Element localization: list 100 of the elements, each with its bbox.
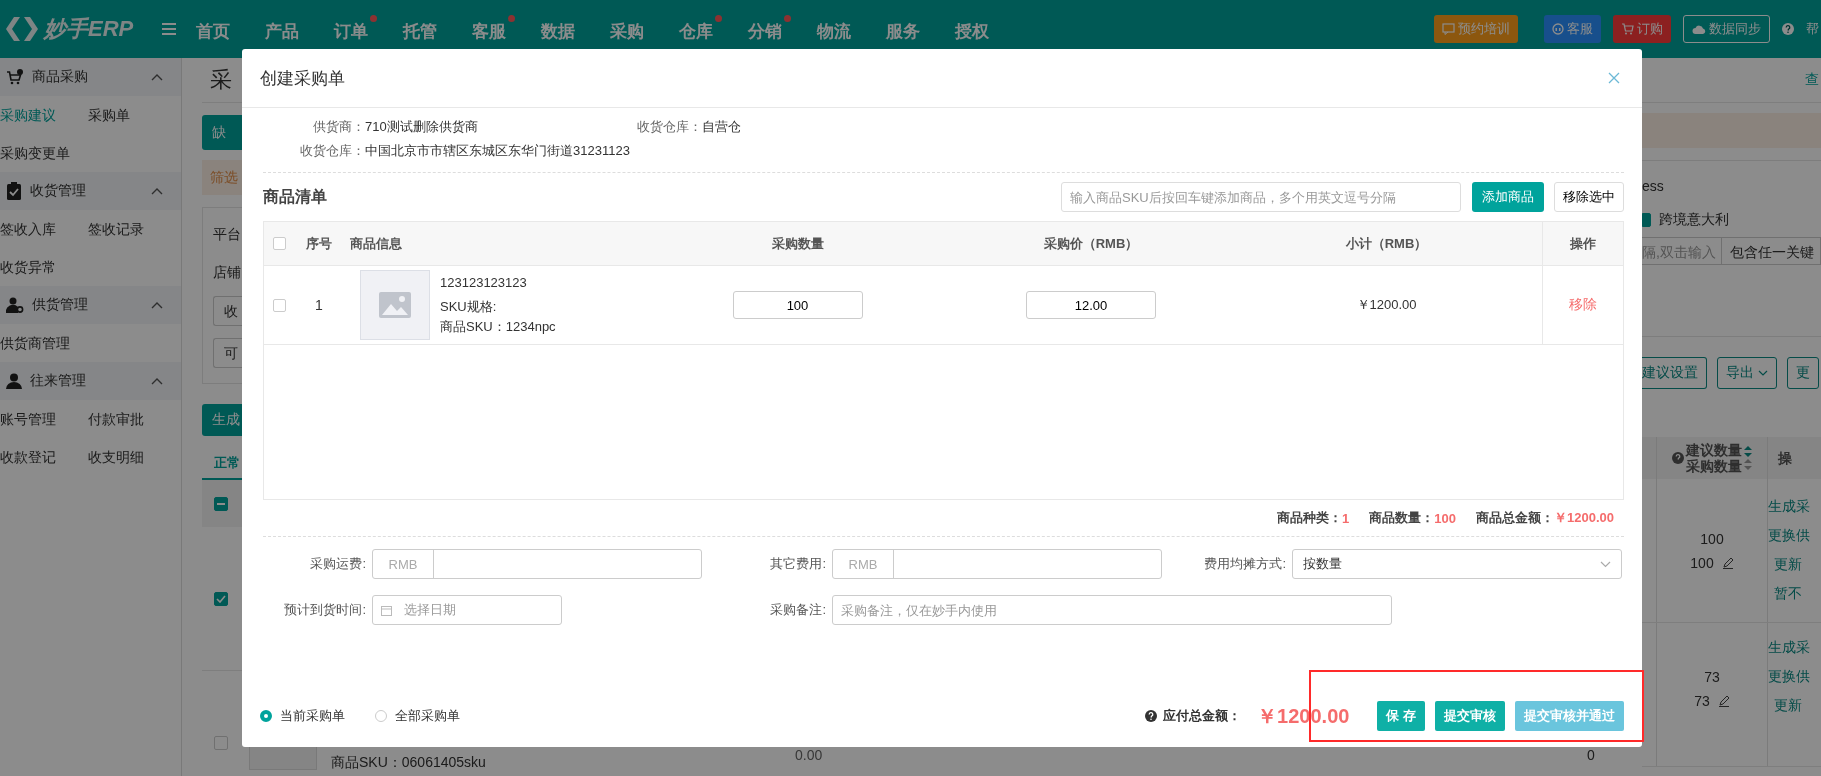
field-label: 采购运费: xyxy=(309,555,366,573)
sidebar-item[interactable]: 签收记录 xyxy=(88,210,182,248)
service-button[interactable]: 客服 xyxy=(1544,15,1601,43)
scope-radio[interactable]: 全部采购单 xyxy=(375,707,460,725)
shortage-button[interactable]: 缺 xyxy=(202,115,242,150)
nav-item[interactable]: 采购 xyxy=(610,15,653,43)
sidebar-group[interactable]: 往来管理 xyxy=(0,362,181,400)
filter-label: 平台 xyxy=(213,225,242,244)
sidebar-item[interactable]: 签收入库 xyxy=(0,210,88,248)
caret-icon xyxy=(1758,370,1768,376)
scope-radio[interactable]: 当前采购单 xyxy=(260,707,345,725)
sidebar-group[interactable]: 商品采购 xyxy=(0,58,181,96)
order-button[interactable]: 订购 xyxy=(1613,15,1671,43)
sidebar-group[interactable]: 收货管理 xyxy=(0,172,181,210)
sku-input-field[interactable]: 输入商品SKU后按回车键添加商品，多个用英文逗号分隔 xyxy=(1061,182,1461,212)
action-link[interactable]: 生成采 xyxy=(1768,498,1810,516)
action-link[interactable]: 更新 xyxy=(1768,556,1802,574)
column-header: 操 xyxy=(1778,450,1792,466)
menu-icon[interactable] xyxy=(162,23,176,35)
nav-item[interactable]: 客服 xyxy=(472,15,515,43)
nav-item[interactable]: 数据 xyxy=(541,15,584,43)
cloud-icon xyxy=(1692,23,1706,35)
action-link[interactable]: 更换供 xyxy=(1768,527,1810,545)
toolbar-button[interactable]: 更 xyxy=(1787,357,1819,389)
quantity-input[interactable]: 100 xyxy=(732,291,863,319)
table-cell: 73 xyxy=(1704,669,1720,685)
toolbar-button[interactable]: 建议设置 xyxy=(1642,357,1707,389)
allocation-select[interactable]: 按数量 xyxy=(1292,549,1622,579)
add-product-button[interactable]: 添加商品 xyxy=(1472,182,1544,212)
nav-item[interactable]: 产品 xyxy=(265,15,308,43)
date-picker-field[interactable]: 选择日期 xyxy=(372,595,562,625)
view-link[interactable]: 查 xyxy=(1805,71,1819,89)
column-header: 采购数量 xyxy=(771,234,824,253)
edit-icon[interactable] xyxy=(1717,695,1730,707)
shipping-input-field[interactable]: RMB xyxy=(372,549,702,579)
sidebar-item[interactable]: 采购单 xyxy=(88,96,182,134)
summary-label: 商品种类： xyxy=(1277,509,1343,527)
platform-option[interactable]: ess xyxy=(1642,171,1821,203)
sort-icon[interactable] xyxy=(1744,446,1752,470)
nav-item[interactable]: 订单 xyxy=(334,15,377,43)
column-header: 操作 xyxy=(1570,234,1596,253)
nav-item[interactable]: 服务 xyxy=(886,15,929,43)
select-all-checkbox[interactable] xyxy=(272,237,286,250)
action-link[interactable]: 更换供 xyxy=(1768,668,1810,686)
logo-text: 妙手ERP xyxy=(44,15,134,43)
subtotal-cell: ￥1200.00 xyxy=(1356,296,1417,314)
row-checkbox[interactable] xyxy=(272,298,286,312)
row-checkbox[interactable] xyxy=(214,591,228,606)
nav-item[interactable]: 物流 xyxy=(817,15,860,43)
nav-item[interactable]: 分销 xyxy=(748,15,791,43)
generate-button[interactable]: 生成 xyxy=(202,404,242,436)
site-checkbox[interactable] xyxy=(1642,213,1651,227)
sidebar-group[interactable]: 供货管理 xyxy=(0,286,181,324)
toolbar-button[interactable]: 导出 xyxy=(1717,357,1777,389)
sync-button[interactable]: 数据同步 xyxy=(1683,15,1770,43)
total-label: 应付总金额： xyxy=(1163,707,1242,725)
sidebar-item[interactable]: 收货异常 xyxy=(0,248,88,286)
sidebar-item[interactable]: 采购建议 xyxy=(0,96,88,134)
column-header: 建议数量 xyxy=(1686,442,1742,458)
remove-selected-button[interactable]: 移除选中 xyxy=(1554,182,1624,212)
summary-value: 100 xyxy=(1434,510,1456,526)
notification-dot xyxy=(715,15,722,22)
close-icon[interactable] xyxy=(1608,72,1620,84)
sidebar-item[interactable]: 供货商管理 xyxy=(0,324,88,362)
nav-item[interactable]: 仓库 xyxy=(679,15,722,43)
training-button[interactable]: 预约培训 xyxy=(1434,15,1518,43)
product-spec: SKU规格: xyxy=(440,297,498,316)
dialog-action-button[interactable]: 保 存 xyxy=(1377,701,1425,731)
remove-link[interactable]: 移除 xyxy=(1569,296,1597,314)
sidebar-item[interactable]: 收款登记 xyxy=(0,438,88,476)
dialog-action-button[interactable]: 提交审核 xyxy=(1435,701,1505,731)
nav-item[interactable]: 托管 xyxy=(403,15,446,43)
user-gear-icon xyxy=(6,297,24,313)
chat-icon xyxy=(1442,23,1455,35)
remark-input-field[interactable]: 采购备注，仅在妙手内使用 xyxy=(832,595,1392,625)
field-label: 其它费用: xyxy=(769,555,826,573)
action-link[interactable]: 更新 xyxy=(1768,697,1802,715)
dialog-action-button[interactable]: 提交审核并通过 xyxy=(1515,701,1624,731)
column-header: 商品信息 xyxy=(350,234,402,253)
row-checkbox[interactable] xyxy=(214,735,228,750)
sidebar-item[interactable]: 收支明细 xyxy=(88,438,182,476)
sidebar-item[interactable]: 账号管理 xyxy=(0,400,88,438)
notification-dot xyxy=(370,15,377,22)
match-select[interactable]: 包含任一关键 xyxy=(1722,237,1821,265)
select-all-checkbox[interactable] xyxy=(214,496,228,511)
price-input[interactable]: 12.00 xyxy=(1026,291,1156,319)
help-link[interactable]: 帮 xyxy=(1806,20,1819,38)
action-link[interactable]: 暂不 xyxy=(1768,585,1802,603)
section-title: 商品清单 xyxy=(263,186,327,207)
headset-icon xyxy=(1552,23,1564,35)
product-sku: 商品SKU：06061405sku xyxy=(331,754,486,772)
sidebar-item[interactable]: 付款审批 xyxy=(88,400,182,438)
nav-item[interactable]: 授权 xyxy=(955,15,998,43)
edit-icon[interactable] xyxy=(1721,556,1734,569)
help-icon[interactable] xyxy=(1145,710,1158,722)
nav-item[interactable]: 首页 xyxy=(196,15,239,43)
image-placeholder-icon xyxy=(360,270,430,340)
action-link[interactable]: 生成采 xyxy=(1768,639,1810,657)
other-fee-input-field[interactable]: RMB xyxy=(832,549,1162,579)
sidebar-item[interactable]: 采购变更单 xyxy=(0,134,88,172)
